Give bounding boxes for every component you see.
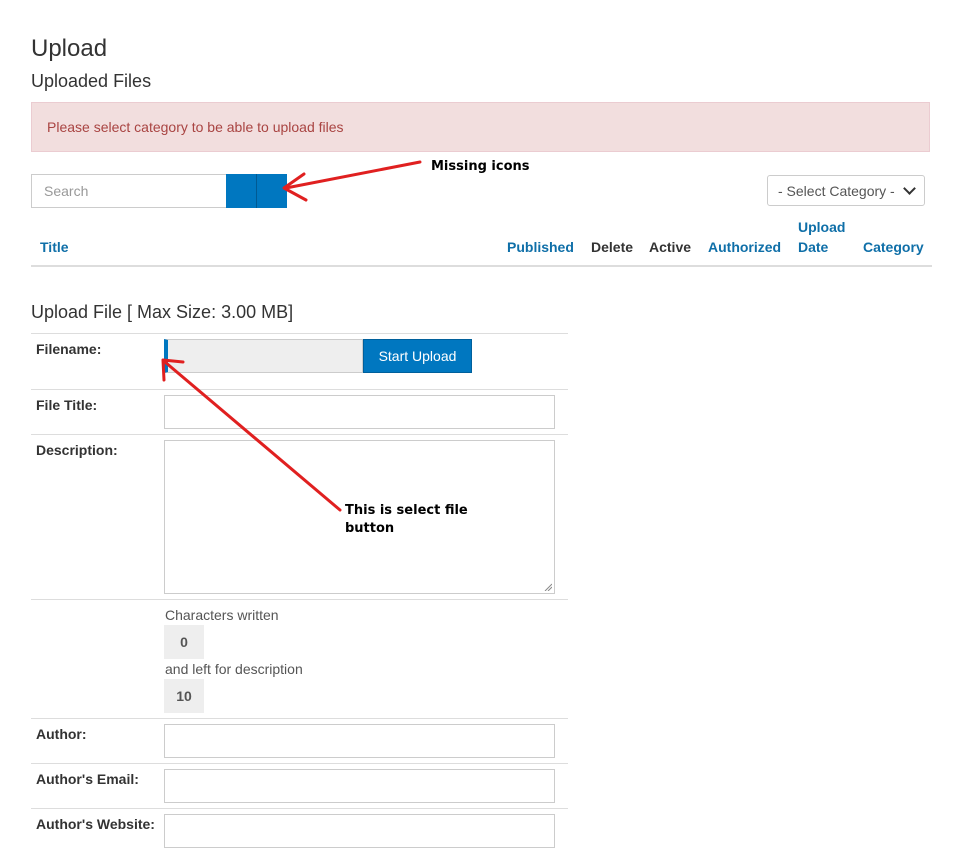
select-file-annotation-line1: This is select file [345,503,468,518]
chars-written-label: Characters written [165,607,279,623]
category-alert: Please select category to be able to upl… [31,102,930,152]
file-title-input[interactable] [164,395,555,429]
category-select[interactable]: - Select Category - [767,175,925,206]
column-delete: Delete [591,239,634,255]
column-upload-date-line2: Date [798,239,829,255]
author-email-label: Author's Email: [36,771,139,787]
form-divider [31,808,568,809]
missing-icons-arrow [282,160,422,202]
author-email-input[interactable] [164,769,555,803]
upload-file-heading: Upload File [ Max Size: 3.00 MB] [31,302,294,322]
chars-written-counter: 0 [164,625,204,659]
resize-handle-icon[interactable] [544,583,552,591]
author-label: Author: [36,726,87,742]
start-upload-button[interactable]: Start Upload [363,339,472,373]
column-active: Active [649,239,692,255]
file-title-label: File Title: [36,397,98,413]
form-divider [31,333,568,334]
form-divider [31,718,568,719]
form-divider [31,434,568,435]
chars-left-label: and left for description [165,661,303,677]
column-authorized[interactable]: Authorized [708,237,781,257]
author-input[interactable] [164,724,555,758]
column-upload-date[interactable]: Upload Date [798,217,845,257]
chars-left-counter: 10 [164,679,204,713]
form-divider [31,763,568,764]
description-label: Description: [36,442,118,458]
form-divider [31,599,568,600]
column-upload-date-line1: Upload [798,219,846,235]
clear-search-button[interactable] [256,174,287,208]
column-published[interactable]: Published [507,237,574,257]
page-title: Upload [31,35,108,62]
select-file-annotation: This is select file button [345,502,468,538]
filename-label: Filename: [36,341,102,357]
author-website-label: Author's Website: [36,816,155,832]
chevron-down-icon [903,182,916,195]
category-select-value: - Select Category - [778,182,895,199]
missing-icons-annotation: Missing icons [431,159,530,174]
search-button[interactable] [226,174,256,208]
form-divider [31,389,568,390]
select-file-button[interactable] [164,339,363,373]
table-header-divider [31,265,932,267]
column-title[interactable]: Title [40,237,69,257]
uploaded-files-heading: Uploaded Files [31,71,152,91]
column-category[interactable]: Category [863,237,924,257]
author-website-input[interactable] [164,814,555,848]
search-input[interactable] [31,174,226,208]
select-file-annotation-line2: button [345,521,395,536]
